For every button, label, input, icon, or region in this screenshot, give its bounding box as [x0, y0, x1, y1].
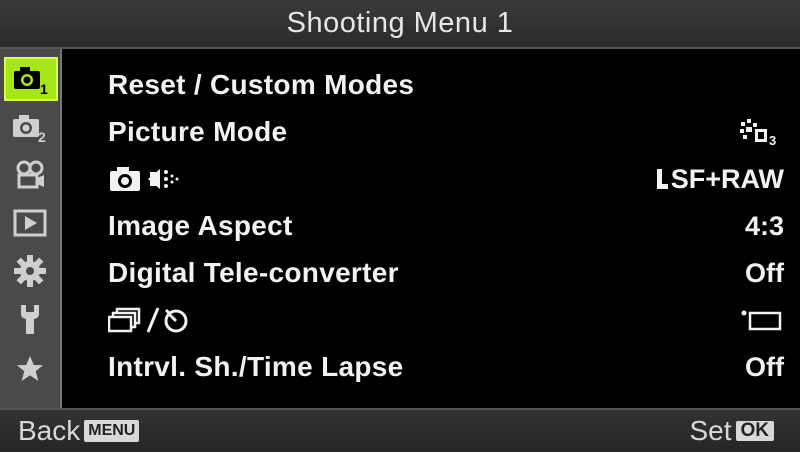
tab-video-menu[interactable]: [6, 155, 54, 195]
menu-item-label: Picture Mode: [108, 116, 288, 147]
menu-item-value: [740, 307, 784, 333]
single-shot-icon: [741, 310, 782, 331]
menu-item-label: Intrvl. Sh./Time Lapse: [108, 351, 404, 382]
tab-setup-menu[interactable]: [6, 299, 54, 339]
tab-custom-menu[interactable]: [6, 251, 54, 291]
svg-text:3: 3: [769, 133, 776, 147]
back-label: Back: [18, 415, 81, 446]
menu-item-label: Digital Tele-converter: [108, 257, 399, 288]
footer-bar: Back MENU Set OK: [0, 408, 800, 452]
menu-item-digital-tele-converter[interactable]: Digital Tele-converter Off: [108, 250, 784, 296]
menu-item-label: Reset / Custom Modes: [108, 69, 415, 100]
menu-item-value: Off: [745, 351, 784, 382]
picture-mode-3-icon: 3: [740, 119, 776, 147]
menu-item-drive-self-timer[interactable]: [108, 297, 784, 343]
menu-item-image-aspect[interactable]: Image Aspect 4:3: [108, 203, 784, 249]
menu-item-value: 4:3: [744, 210, 784, 241]
menu-item-label: Image Aspect: [108, 210, 293, 241]
svg-text:2: 2: [38, 129, 46, 143]
menu-item-interval-time-lapse[interactable]: Intrvl. Sh./Time Lapse Off: [108, 344, 784, 390]
menu-tab-sidebar: 1 2: [0, 49, 62, 408]
menu-item-value: 3: [738, 117, 784, 147]
menu-item-image-quality[interactable]: SF+RAW: [108, 156, 784, 202]
svg-text:1: 1: [40, 81, 48, 95]
menu-content: Reset / Custom Modes Picture Mode 3 SF+R…: [62, 49, 800, 408]
title-bar: Shooting Menu 1: [0, 0, 800, 49]
movie-icon: [16, 160, 44, 189]
size-large-icon: [656, 169, 668, 189]
image-quality-value: SF+RAW: [670, 163, 784, 194]
menu-item-picture-mode[interactable]: Picture Mode 3: [108, 109, 784, 155]
tab-playback-menu[interactable]: [6, 203, 54, 243]
tab-shooting-menu-1[interactable]: 1: [4, 57, 58, 101]
camera-quality-icon: [110, 167, 179, 191]
menu-item-label: [108, 305, 194, 335]
drive-selftimer-icon: [108, 307, 188, 333]
star-icon: [17, 356, 43, 381]
playback-icon: [13, 209, 47, 237]
back-hint[interactable]: Back MENU: [18, 415, 140, 447]
set-label: Set: [689, 415, 732, 446]
menu-item-reset-custom-modes[interactable]: Reset / Custom Modes: [108, 62, 784, 108]
menu-item-label: [108, 164, 188, 194]
camera-2-icon: 2: [13, 115, 46, 143]
set-hint[interactable]: Set OK: [689, 415, 774, 447]
menu-button-badge: MENU: [84, 420, 140, 442]
page-title: Shooting Menu 1: [286, 7, 514, 39]
menu-item-value: SF+RAW: [655, 164, 784, 195]
tab-myset-menu[interactable]: [6, 349, 54, 389]
menu-item-value: Off: [745, 257, 784, 288]
ok-button-badge: OK: [735, 421, 774, 441]
camera-1-icon: 1: [14, 67, 48, 95]
tab-shooting-menu-2[interactable]: 2: [6, 107, 54, 147]
gear-icon: [14, 255, 46, 287]
wrench-icon: [21, 305, 39, 334]
